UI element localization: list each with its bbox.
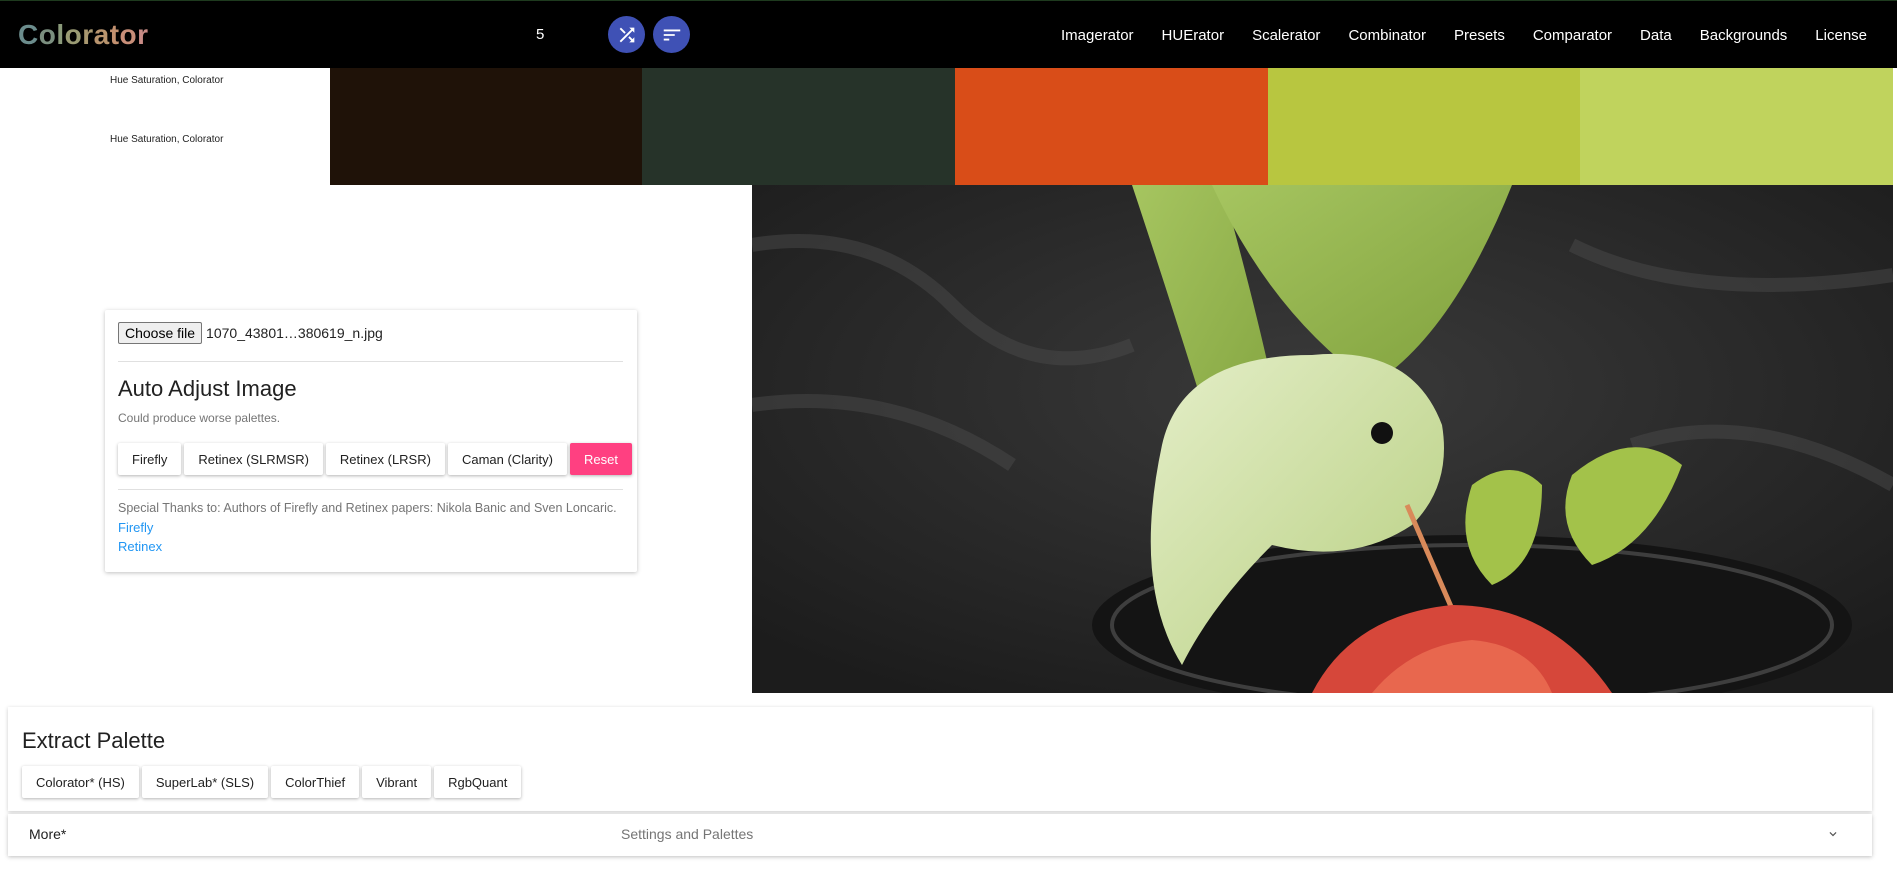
nav-presets[interactable]: Presets <box>1454 27 1505 44</box>
nav-backgrounds[interactable]: Backgrounds <box>1700 27 1788 44</box>
vibrant-button[interactable]: Vibrant <box>362 766 432 798</box>
card-subtitle: Could produce worse palettes. <box>118 411 281 425</box>
nav-combinator[interactable]: Combinator <box>1348 27 1426 44</box>
rgbquant-button[interactable]: RgbQuant <box>434 766 522 798</box>
firefly-button[interactable]: Firefly <box>118 443 182 475</box>
color-swatch[interactable] <box>1268 68 1581 185</box>
reset-button[interactable]: Reset <box>569 443 632 475</box>
palette-count-input[interactable] <box>520 17 580 51</box>
logo-letter: o <box>38 19 57 50</box>
adjust-button-row: Firefly Retinex (SLRMSR) Retinex (LRSR) … <box>118 443 635 475</box>
firefly-link[interactable]: Firefly <box>118 520 153 535</box>
hummingbird-carving-image <box>752 185 1893 693</box>
caman-clarity-button[interactable]: Caman (Clarity) <box>447 443 567 475</box>
more-settings-panel[interactable]: More* Settings and Palettes <box>8 814 1872 856</box>
retinex-slrmsr-button[interactable]: Retinex (SLRMSR) <box>184 443 323 475</box>
nav-huerator[interactable]: HUErator <box>1162 27 1225 44</box>
swatch-label: Hue Saturation, Colorator <box>110 134 224 145</box>
auto-adjust-card: Choose file 1070_43801…380619_n.jpg Auto… <box>105 310 637 572</box>
color-swatch[interactable] <box>330 68 643 185</box>
file-chooser: Choose file 1070_43801…380619_n.jpg <box>118 322 383 344</box>
source-image <box>752 185 1893 693</box>
card-title: Auto Adjust Image <box>118 376 297 401</box>
main-nav: Imagerator HUErator Scalerator Combinato… <box>1033 1 1867 69</box>
logo-letter: l <box>56 19 65 50</box>
colorthief-button[interactable]: ColorThief <box>271 766 360 798</box>
divider <box>118 489 623 490</box>
app-logo[interactable]: Colorator <box>18 19 149 51</box>
retinex-lrsr-button[interactable]: Retinex (LRSR) <box>325 443 445 475</box>
more-label: More* <box>29 826 67 842</box>
extract-button-row: Colorator* (HS) SuperLab* (SLS) ColorThi… <box>22 766 524 798</box>
superlab-sls-button[interactable]: SuperLab* (SLS) <box>141 766 269 798</box>
retinex-link[interactable]: Retinex <box>118 539 162 554</box>
shuffle-button[interactable] <box>608 16 645 53</box>
chevron-down-icon <box>1829 832 1837 837</box>
color-swatch[interactable] <box>642 68 955 185</box>
nav-data[interactable]: Data <box>1640 27 1672 44</box>
sort-icon <box>663 29 680 40</box>
logo-letter: t <box>109 19 120 50</box>
choose-file-button[interactable]: Choose file <box>118 322 203 344</box>
nav-imagerator[interactable]: Imagerator <box>1061 27 1134 44</box>
nav-license[interactable]: License <box>1815 27 1867 44</box>
colorator-hs-button[interactable]: Colorator* (HS) <box>22 766 139 798</box>
divider <box>118 361 623 362</box>
logo-letter: C <box>18 19 39 50</box>
color-swatch[interactable] <box>1580 68 1893 185</box>
nav-comparator[interactable]: Comparator <box>1533 27 1612 44</box>
color-swatch[interactable] <box>955 68 1268 185</box>
logo-letter: r <box>82 19 94 50</box>
more-subtitle: Settings and Palettes <box>621 826 754 842</box>
shuffle-icon <box>619 27 634 42</box>
thanks-text: Special Thanks to: Authors of Firefly an… <box>118 501 617 515</box>
swatch-label: Hue Saturation, Colorator <box>110 75 224 86</box>
logo-letter: r <box>137 19 149 50</box>
extract-palette-card: Extract Palette Colorator* (HS) SuperLab… <box>8 707 1872 811</box>
logo-letter: o <box>119 19 138 50</box>
logo-letter: a <box>93 19 110 50</box>
sort-button[interactable] <box>653 16 690 53</box>
palette-swatches: Hue Saturation, Colorator Hue Saturation… <box>0 68 1897 185</box>
extract-title: Extract Palette <box>22 728 166 753</box>
logo-letter: o <box>64 19 83 50</box>
top-app-bar: Colorator Imagerator HUErator Scalerator… <box>0 0 1897 68</box>
nav-scalerator[interactable]: Scalerator <box>1252 27 1320 44</box>
file-name: 1070_43801…380619_n.jpg <box>206 325 383 341</box>
